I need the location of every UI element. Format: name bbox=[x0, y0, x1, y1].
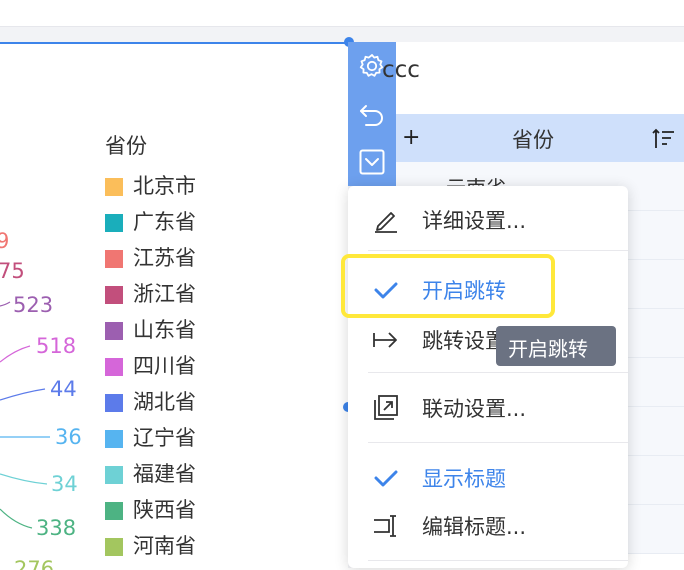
data-label: 75 bbox=[0, 259, 25, 283]
legend-label: 北京市 bbox=[133, 174, 196, 198]
top-bar bbox=[0, 0, 684, 27]
data-label: 34 bbox=[51, 472, 78, 496]
collapse-icon[interactable] bbox=[358, 148, 386, 176]
menu-item-label: 联动设置... bbox=[422, 397, 527, 421]
legend-label: 辽宁省 bbox=[133, 426, 196, 450]
legend-swatch bbox=[105, 250, 123, 268]
legend-label: 河南省 bbox=[133, 534, 196, 558]
menu-item-label: 编辑标题... bbox=[422, 515, 527, 539]
legend-label: 江苏省 bbox=[133, 246, 196, 270]
label-line-523 bbox=[0, 301, 11, 307]
menu-separator bbox=[368, 250, 628, 251]
pencil-icon bbox=[375, 212, 397, 233]
pie-chart-widget[interactable]: 9 75 523 518 44 36 34 338 276 省份 北京市 广东省… bbox=[0, 42, 348, 570]
legend-swatch bbox=[105, 358, 123, 376]
menu-item-edit-title[interactable]: 编辑标题... bbox=[348, 500, 628, 552]
link-icon bbox=[374, 395, 398, 420]
table-header: + 省份 bbox=[396, 114, 684, 162]
highlight-box bbox=[341, 254, 555, 318]
widget-title: ccc bbox=[382, 57, 420, 83]
menu-separator bbox=[368, 560, 628, 561]
legend-swatch bbox=[105, 322, 123, 340]
legend-swatch bbox=[105, 502, 123, 520]
menu-item-show-title[interactable]: 显示标题 bbox=[348, 452, 628, 504]
menu-separator bbox=[368, 442, 628, 443]
legend-label: 湖北省 bbox=[133, 390, 196, 414]
label-line-44 bbox=[0, 388, 46, 401]
label-line-518 bbox=[0, 345, 31, 363]
data-label: 338 bbox=[36, 516, 76, 540]
check-icon bbox=[374, 470, 398, 487]
data-label: 276 bbox=[14, 557, 54, 570]
data-label: 9 bbox=[0, 229, 9, 253]
legend-swatch bbox=[105, 466, 123, 484]
menu-separator bbox=[368, 372, 628, 373]
legend-swatch bbox=[105, 214, 123, 232]
legend-label: 浙江省 bbox=[133, 282, 196, 306]
add-row-button[interactable]: + bbox=[402, 125, 420, 150]
legend-label: 广东省 bbox=[133, 210, 196, 234]
menu-item-detail-settings[interactable]: 详细设置... bbox=[348, 194, 628, 246]
legend-swatch bbox=[105, 538, 123, 556]
menu-item-link-settings[interactable]: 联动设置... bbox=[348, 382, 628, 434]
menu-item-label: 详细设置... bbox=[422, 209, 527, 233]
legend-label: 福建省 bbox=[133, 462, 196, 486]
sort-icon[interactable] bbox=[652, 128, 676, 150]
data-label: 36 bbox=[55, 425, 82, 449]
tooltip-text: 开启跳转 bbox=[508, 337, 588, 361]
legend-label: 山东省 bbox=[133, 318, 196, 342]
data-label: 518 bbox=[36, 334, 76, 358]
legend-title: 省份 bbox=[105, 134, 147, 158]
legend-label: 四川省 bbox=[133, 354, 196, 378]
legend-swatch bbox=[105, 430, 123, 448]
jump-arrow-icon bbox=[373, 332, 397, 348]
legend-label: 陕西省 bbox=[133, 498, 196, 522]
menu-item-label: 显示标题 bbox=[422, 467, 506, 491]
label-line-34 bbox=[0, 473, 48, 485]
undo-icon[interactable] bbox=[358, 100, 386, 128]
legend-swatch bbox=[105, 286, 123, 304]
legend-swatch bbox=[105, 178, 123, 196]
label-line-338 bbox=[0, 508, 33, 529]
data-label: 44 bbox=[50, 377, 77, 401]
legend-swatch bbox=[105, 394, 123, 412]
column-header[interactable]: 省份 bbox=[512, 124, 554, 154]
menu-item-label: 跳转设置 bbox=[422, 329, 506, 353]
data-label: 523 bbox=[13, 293, 53, 317]
edit-title-icon bbox=[374, 515, 396, 537]
tooltip: 开启跳转 bbox=[496, 326, 616, 366]
context-menu: 详细设置... 开启跳转 跳转设置 联动设置... 显示标题 编辑标题... bbox=[348, 186, 628, 568]
